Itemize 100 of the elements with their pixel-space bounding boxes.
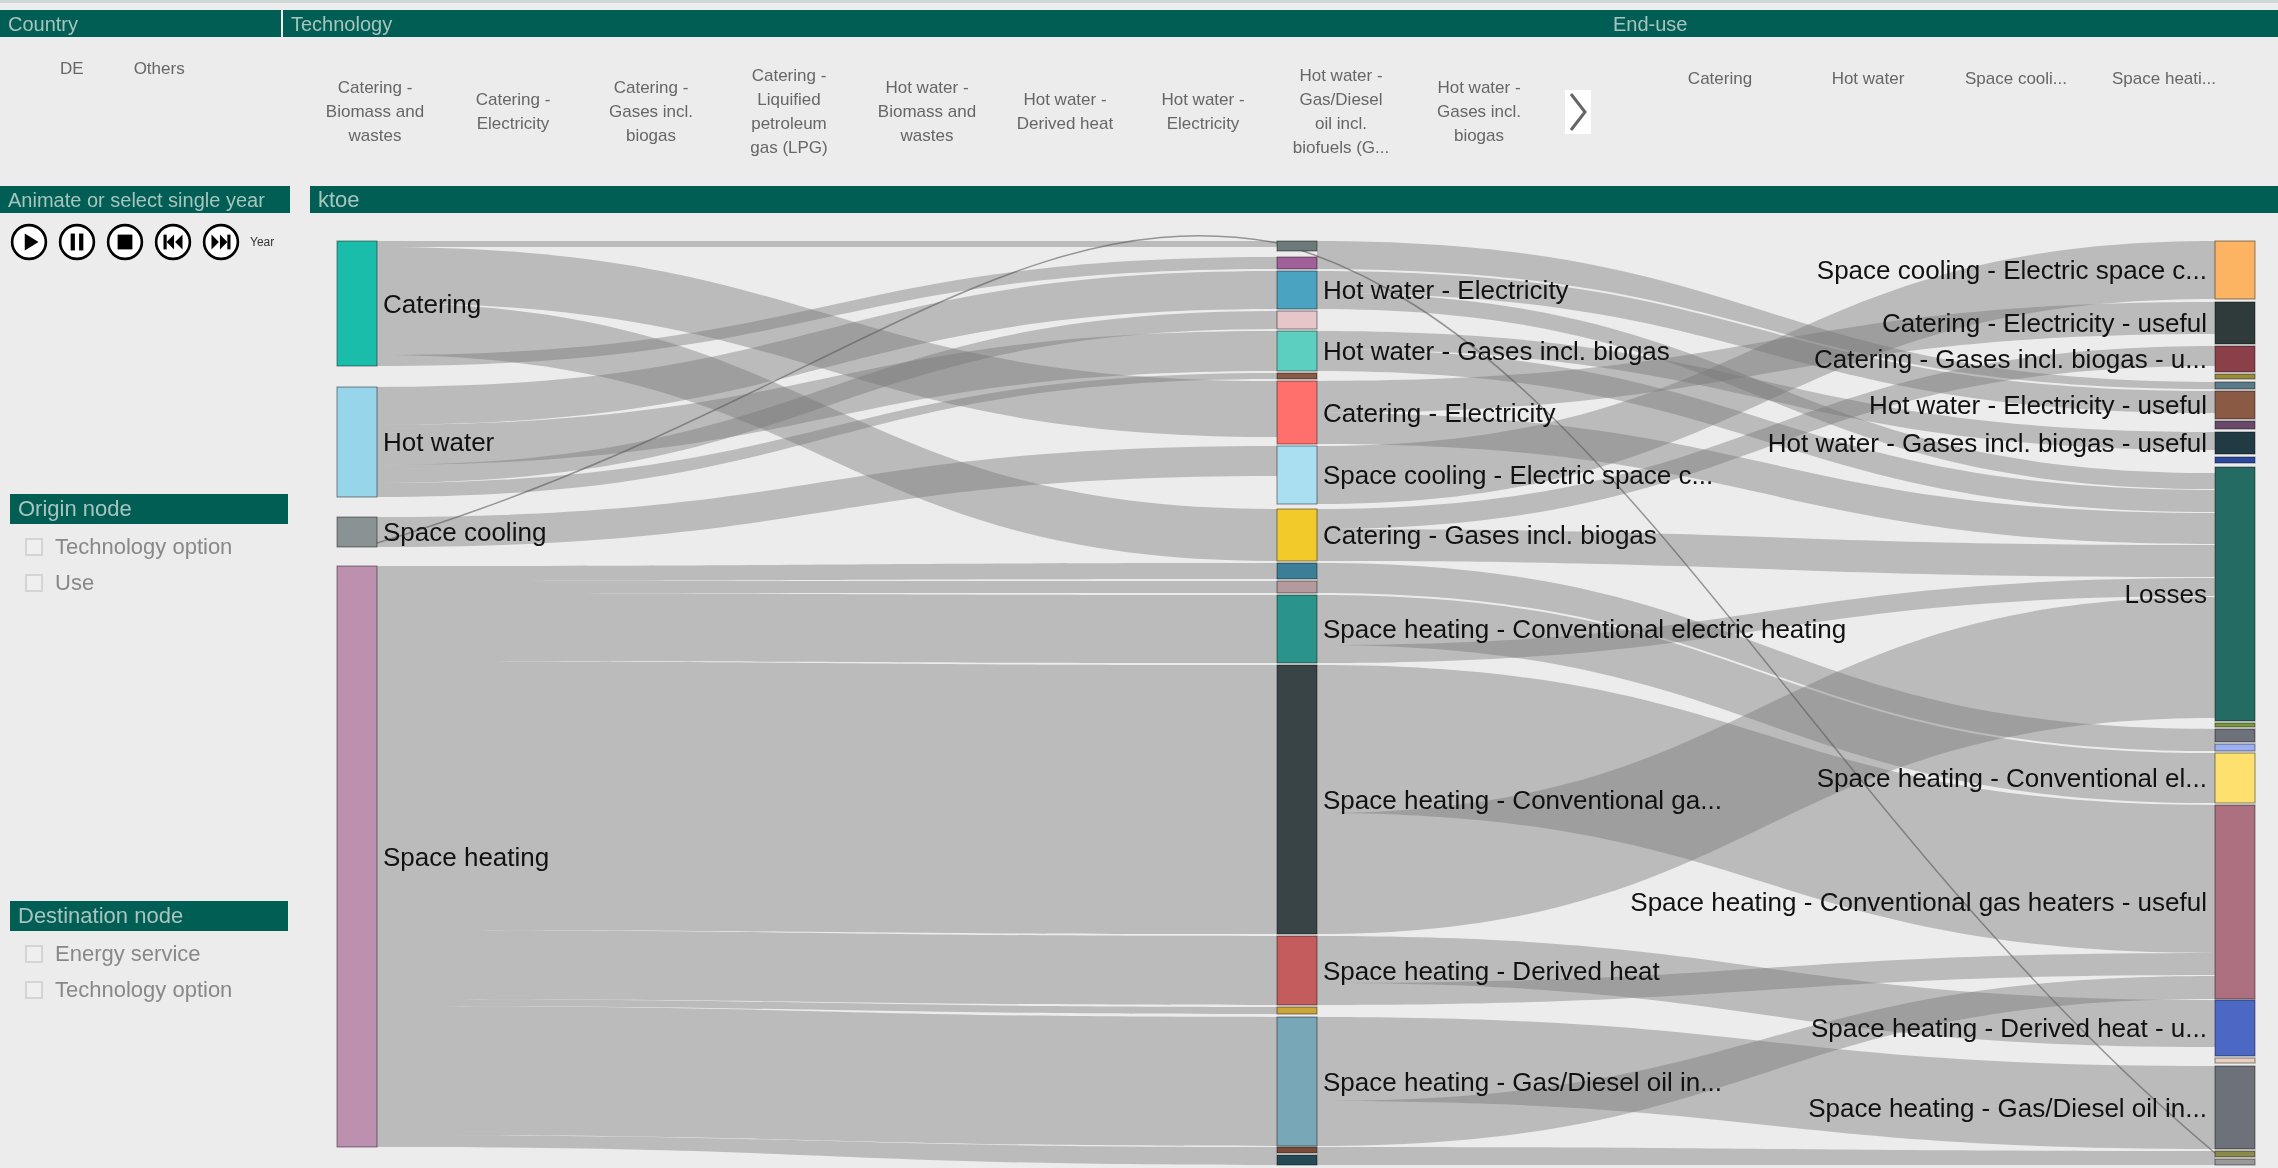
section-header: Animate or select single year xyxy=(0,186,290,213)
sankey-node[interactable] xyxy=(1276,562,1318,580)
node-label: Space heating - Derived heat xyxy=(1323,955,1660,986)
slicer-item[interactable]: Catering - Liquified petroleum gas (LPG) xyxy=(737,63,841,160)
slicer-item[interactable]: Space cooli... xyxy=(1961,67,2071,91)
node-label: Space cooling xyxy=(383,517,547,547)
sankey-node[interactable] xyxy=(336,386,378,498)
slicer-item[interactable]: Hot water xyxy=(1813,67,1923,91)
sankey-node[interactable] xyxy=(1276,445,1318,505)
sankey-node[interactable] xyxy=(2214,999,2256,1057)
sankey-node[interactable] xyxy=(2214,381,2256,390)
node-label: Hot water - Gases incl. biogas - useful xyxy=(1767,428,2207,458)
node-label: Catering - Gases incl. biogas xyxy=(1323,520,1657,550)
node-label: Hot water - Gases incl. biogas xyxy=(1323,336,1670,366)
slicer-item[interactable]: Catering - Biomass and wastes xyxy=(323,75,427,148)
sankey-node[interactable] xyxy=(2214,301,2256,345)
sankey-node[interactable] xyxy=(2214,345,2256,373)
node-label: Hot water - Electricity xyxy=(1323,275,1569,305)
node-label: Space heating - Gas/Diesel oil in... xyxy=(1808,1092,2207,1123)
sankey-node[interactable] xyxy=(1276,664,1318,935)
slicer-item[interactable]: Space heati... xyxy=(2109,67,2219,91)
sankey-node[interactable] xyxy=(1276,580,1318,594)
section-header: Country xyxy=(0,10,281,37)
sankey-node[interactable] xyxy=(1276,240,1318,252)
sankey-node[interactable] xyxy=(1276,372,1318,380)
checkbox-label: Technology option xyxy=(55,977,233,1003)
sankey-node[interactable] xyxy=(2214,456,2256,464)
sankey-node[interactable] xyxy=(2214,743,2256,752)
checkbox-label: Use xyxy=(55,570,95,596)
sankey-node[interactable] xyxy=(2214,1065,2256,1150)
sankey-node[interactable] xyxy=(336,516,378,548)
sankey-node[interactable] xyxy=(336,565,378,1148)
sankey-node[interactable] xyxy=(2214,240,2256,300)
chart-header: ktoe xyxy=(310,186,2278,213)
slicer-item[interactable]: DE xyxy=(60,57,84,81)
sankey-node[interactable] xyxy=(2214,804,2256,1000)
node-label: Hot water - Electricity - useful xyxy=(1868,390,2207,420)
checkbox[interactable] xyxy=(25,538,43,556)
node-label: Space cooling - Electric space c... xyxy=(1816,255,2207,285)
sankey-node[interactable] xyxy=(1276,1146,1318,1154)
node-label: Catering xyxy=(383,288,482,319)
sankey-node[interactable] xyxy=(1276,380,1318,445)
sankey-node[interactable] xyxy=(2214,722,2256,728)
slicer-item[interactable]: Catering - Electricity xyxy=(461,87,565,136)
slicer-item[interactable]: Others xyxy=(133,57,185,81)
pause-icon[interactable] xyxy=(58,223,96,261)
sankey-node[interactable] xyxy=(2214,1057,2256,1064)
node-label: Space heating - Conventional gas heaters - useful xyxy=(1630,887,2207,917)
sankey-node[interactable] xyxy=(1276,935,1318,1006)
sankey-node[interactable] xyxy=(1276,1016,1318,1147)
sankey-node[interactable] xyxy=(2214,466,2256,722)
node-label: Space cooling - Electric space c... xyxy=(1323,460,1714,490)
sankey-node[interactable] xyxy=(1276,256,1318,270)
skip-forward-icon[interactable] xyxy=(202,223,240,261)
section-header: Destination node xyxy=(10,901,288,931)
slicer-item[interactable]: Hot water - Electricity xyxy=(1151,87,1255,136)
sankey-node[interactable] xyxy=(2214,420,2256,430)
node-label: Space heating - Conventional el... xyxy=(1816,763,2207,793)
checkbox-label: Technology option xyxy=(55,534,233,560)
sankey-node[interactable] xyxy=(2214,373,2256,380)
slicer-item[interactable]: Catering - Gases incl. biogas xyxy=(599,75,703,148)
sankey-node[interactable] xyxy=(1276,594,1318,664)
node-label: Hot water xyxy=(383,427,495,457)
stop-icon[interactable] xyxy=(106,223,144,261)
sankey-node[interactable] xyxy=(2214,1158,2256,1166)
sankey-node[interactable] xyxy=(2214,390,2256,420)
checkbox[interactable] xyxy=(25,574,43,592)
chevron-right-icon[interactable] xyxy=(1565,89,1591,134)
section-header: End-use xyxy=(1605,10,2278,37)
slicer-item[interactable]: Hot water - Gas/Diesel oil incl. biofuels (G... xyxy=(1289,63,1393,160)
sankey-node[interactable] xyxy=(1276,270,1318,310)
node-label: Catering - Gases incl. biogas - u... xyxy=(1813,344,2207,374)
sankey-node[interactable] xyxy=(336,240,378,367)
sankey-node[interactable] xyxy=(1276,330,1318,372)
sankey-node[interactable] xyxy=(2214,1150,2256,1158)
node-label: Space heating - Gas/Diesel oil in... xyxy=(1323,1066,1722,1097)
checkbox[interactable] xyxy=(25,981,43,999)
play-icon[interactable] xyxy=(10,223,48,261)
node-label: Losses xyxy=(2124,579,2207,609)
sankey-node[interactable] xyxy=(1276,508,1318,562)
sankey-node[interactable] xyxy=(1276,1006,1318,1015)
sankey-node[interactable] xyxy=(1276,310,1318,330)
node-label: Space heating - Conventional electric heating xyxy=(1323,614,1847,644)
skip-back-icon[interactable] xyxy=(154,223,192,261)
slicer-item[interactable]: Catering xyxy=(1665,67,1775,91)
section-header: Technology xyxy=(283,10,1605,37)
sankey-node[interactable] xyxy=(1276,1154,1318,1166)
slicer-item[interactable]: Hot water - Derived heat xyxy=(1013,87,1117,136)
section-header: Origin node xyxy=(10,494,288,524)
node-label: Space heating xyxy=(383,841,550,872)
year-label: Year xyxy=(250,235,275,249)
node-label: Catering - Electricity xyxy=(1323,397,1556,428)
checkbox-label: Energy service xyxy=(55,941,201,967)
sankey-node[interactable] xyxy=(2214,728,2256,743)
slicer-item[interactable]: Hot water - Biomass and wastes xyxy=(875,75,979,148)
checkbox[interactable] xyxy=(25,945,43,963)
sankey-node[interactable] xyxy=(2214,431,2256,455)
sankey-node[interactable] xyxy=(2214,752,2256,804)
node-label: Catering - Electricity - useful xyxy=(1881,308,2207,338)
slicer-item[interactable]: Hot water - Gases incl. biogas xyxy=(1427,75,1531,148)
